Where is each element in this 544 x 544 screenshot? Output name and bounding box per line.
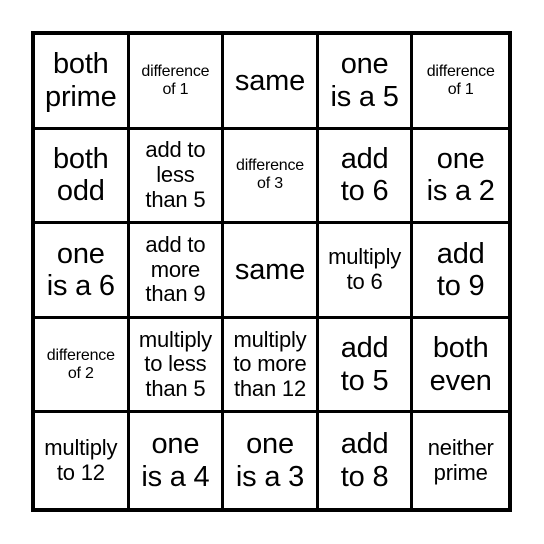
bingo-cell-label: both even <box>429 332 492 397</box>
bingo-cell[interactable]: add to 8 <box>318 413 414 508</box>
bingo-cell[interactable]: multiply to more than 12 <box>224 318 319 414</box>
bingo-cell[interactable]: same <box>224 224 319 319</box>
bingo-cell[interactable]: one is a 6 <box>35 224 130 319</box>
bingo-cell[interactable]: multiply to 6 <box>318 224 414 319</box>
bingo-cell-label: add to 8 <box>340 428 389 493</box>
bingo-cell-label: multiply to less than 5 <box>138 326 212 401</box>
bingo-cell-label: same <box>234 64 306 97</box>
bingo-cell-label: one is a 2 <box>426 142 495 208</box>
bingo-cell[interactable]: multiply to 12 <box>35 413 130 508</box>
bingo-cell-label: add to 6 <box>340 142 389 208</box>
bingo-cell-label: one is a 5 <box>330 48 399 113</box>
bingo-cell-label: both prime <box>45 48 117 113</box>
bingo-cell[interactable]: add to 5 <box>318 318 414 414</box>
bingo-cell[interactable]: neither prime <box>413 413 508 508</box>
bingo-cell-label: one is a 6 <box>46 237 115 302</box>
bingo-cell[interactable]: add to less than 5 <box>129 129 225 225</box>
bingo-cell-label: one is a 3 <box>235 428 305 493</box>
bingo-cell-label: add to less than 5 <box>145 137 206 212</box>
bingo-cell-label: add to 5 <box>340 332 389 397</box>
bingo-cell-label: both odd <box>52 142 109 208</box>
bingo-card: both prime difference of 1 same one is a… <box>31 31 512 512</box>
bingo-cell-label: difference of 3 <box>236 157 304 193</box>
bingo-cell-label: difference of 1 <box>426 62 495 98</box>
bingo-cell-label: multiply to more than 12 <box>233 326 307 401</box>
bingo-cell[interactable]: multiply to less than 5 <box>129 318 225 414</box>
bingo-cell-label: add to 9 <box>436 237 485 302</box>
bingo-cell[interactable]: add to more than 9 <box>129 224 225 319</box>
bingo-cell[interactable]: one is a 5 <box>318 35 414 130</box>
bingo-cell[interactable]: both odd <box>35 129 130 225</box>
bingo-cell[interactable]: difference of 2 <box>35 318 130 414</box>
bingo-cell[interactable]: one is a 2 <box>413 129 508 225</box>
bingo-cell-label: one is a 4 <box>141 428 210 493</box>
bingo-cell[interactable]: both prime <box>35 35 130 130</box>
bingo-cell-label: same <box>234 253 306 286</box>
bingo-cell[interactable]: difference of 1 <box>129 35 225 130</box>
bingo-cell-label: add to more than 9 <box>145 232 206 307</box>
bingo-cell-label: multiply to 12 <box>44 435 118 485</box>
bingo-cell[interactable]: difference of 3 <box>224 129 319 225</box>
bingo-cell-label: difference of 1 <box>141 62 210 98</box>
bingo-cell[interactable]: add to 6 <box>318 129 414 225</box>
bingo-cell[interactable]: one is a 4 <box>129 413 225 508</box>
bingo-cell[interactable]: add to 9 <box>413 224 508 319</box>
bingo-cell[interactable]: both even <box>413 318 508 414</box>
bingo-cell[interactable]: one is a 3 <box>224 413 319 508</box>
bingo-cell[interactable]: difference of 1 <box>413 35 508 130</box>
bingo-cell-label: multiply to 6 <box>328 244 402 294</box>
bingo-cell[interactable]: same <box>224 35 319 130</box>
bingo-cell-label: difference of 2 <box>46 346 115 382</box>
bingo-cell-label: neither prime <box>427 435 494 485</box>
